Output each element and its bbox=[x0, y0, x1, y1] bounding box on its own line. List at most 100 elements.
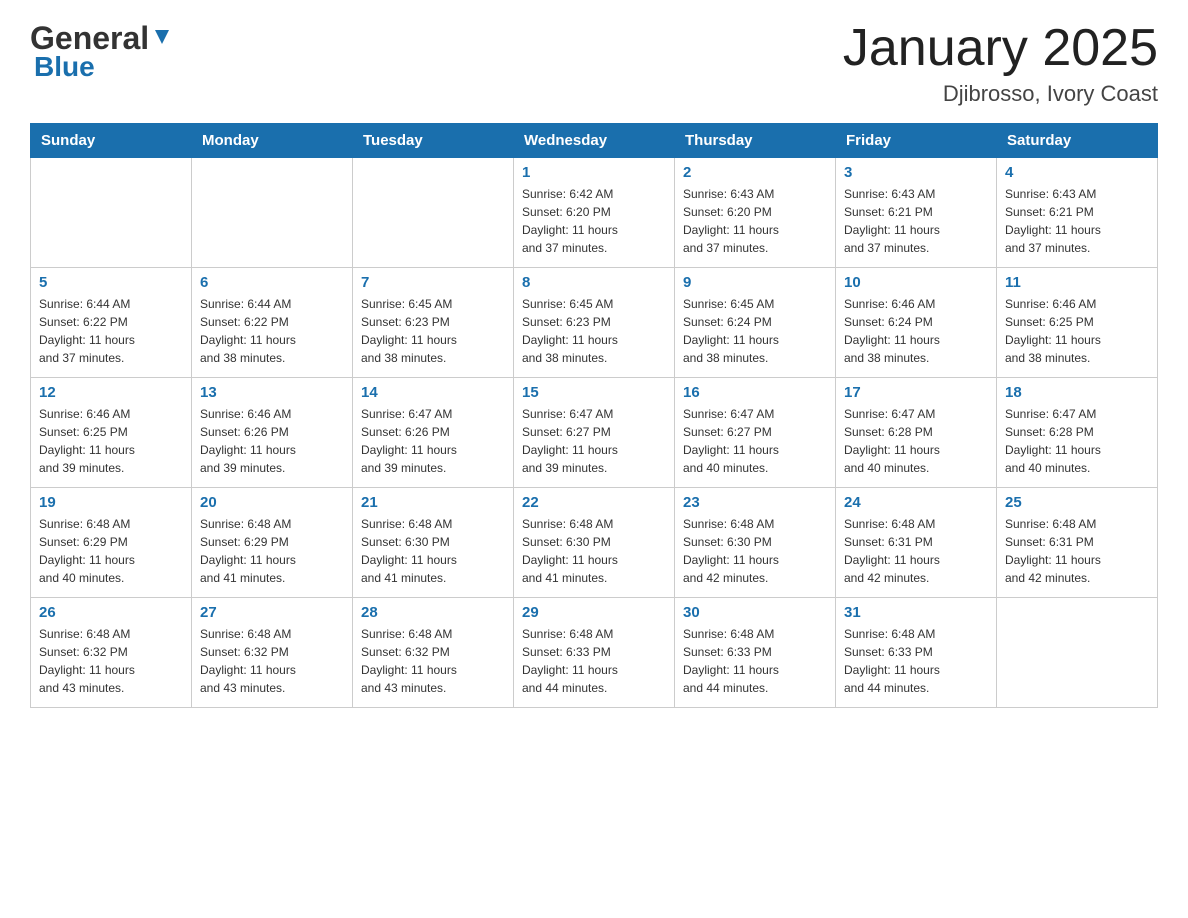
day-info: Sunrise: 6:48 AMSunset: 6:33 PMDaylight:… bbox=[522, 625, 666, 697]
calendar-cell: 6 Sunrise: 6:44 AMSunset: 6:22 PMDaylight… bbox=[192, 268, 353, 378]
day-info: Sunrise: 6:43 AMSunset: 6:21 PMDaylight:… bbox=[844, 185, 988, 257]
day-info: Sunrise: 6:47 AMSunset: 6:28 PMDaylight:… bbox=[844, 405, 988, 477]
day-number: 23 bbox=[683, 494, 827, 511]
day-number: 19 bbox=[39, 494, 183, 511]
day-number: 29 bbox=[522, 604, 666, 621]
calendar-cell: 25 Sunrise: 6:48 AMSunset: 6:31 PMDayligh… bbox=[997, 488, 1158, 598]
calendar-cell: 12 Sunrise: 6:46 AMSunset: 6:25 PMDayligh… bbox=[31, 378, 192, 488]
day-info: Sunrise: 6:48 AMSunset: 6:33 PMDaylight:… bbox=[683, 625, 827, 697]
day-info: Sunrise: 6:48 AMSunset: 6:30 PMDaylight:… bbox=[522, 515, 666, 587]
day-number: 8 bbox=[522, 274, 666, 291]
day-info: Sunrise: 6:44 AMSunset: 6:22 PMDaylight:… bbox=[39, 295, 183, 367]
day-info: Sunrise: 6:45 AMSunset: 6:23 PMDaylight:… bbox=[522, 295, 666, 367]
weekday-header-wednesday: Wednesday bbox=[514, 124, 675, 158]
day-info: Sunrise: 6:44 AMSunset: 6:22 PMDaylight:… bbox=[200, 295, 344, 367]
day-info: Sunrise: 6:47 AMSunset: 6:27 PMDaylight:… bbox=[683, 405, 827, 477]
calendar-table: SundayMondayTuesdayWednesdayThursdayFrid… bbox=[30, 123, 1158, 708]
location-title: Djibrosso, Ivory Coast bbox=[843, 81, 1158, 107]
calendar-cell: 31Sunrise: 6:48 AMSunset: 6:33 PMDayligh… bbox=[836, 598, 997, 708]
calendar-cell: 8 Sunrise: 6:45 AMSunset: 6:23 PMDaylight… bbox=[514, 268, 675, 378]
weekday-header-sunday: Sunday bbox=[31, 124, 192, 158]
calendar-cell: 13Sunrise: 6:46 AMSunset: 6:26 PMDayligh… bbox=[192, 378, 353, 488]
day-info: Sunrise: 6:43 AMSunset: 6:20 PMDaylight:… bbox=[683, 185, 827, 257]
calendar-cell: 3 Sunrise: 6:43 AMSunset: 6:21 PMDaylight… bbox=[836, 158, 997, 268]
day-info: Sunrise: 6:47 AMSunset: 6:26 PMDaylight:… bbox=[361, 405, 505, 477]
day-number: 24 bbox=[844, 494, 988, 511]
day-number: 22 bbox=[522, 494, 666, 511]
day-info: Sunrise: 6:48 AMSunset: 6:32 PMDaylight:… bbox=[200, 625, 344, 697]
day-info: Sunrise: 6:48 AMSunset: 6:29 PMDaylight:… bbox=[39, 515, 183, 587]
day-number: 20 bbox=[200, 494, 344, 511]
page-header: General Blue January 2025 Djibrosso, Ivo… bbox=[30, 20, 1158, 107]
calendar-cell: 4 Sunrise: 6:43 AMSunset: 6:21 PMDaylight… bbox=[997, 158, 1158, 268]
weekday-header-friday: Friday bbox=[836, 124, 997, 158]
day-number: 3 bbox=[844, 164, 988, 181]
calendar-cell bbox=[31, 158, 192, 268]
weekday-header-monday: Monday bbox=[192, 124, 353, 158]
day-info: Sunrise: 6:46 AMSunset: 6:25 PMDaylight:… bbox=[39, 405, 183, 477]
day-info: Sunrise: 6:46 AMSunset: 6:24 PMDaylight:… bbox=[844, 295, 988, 367]
day-info: Sunrise: 6:42 AMSunset: 6:20 PMDaylight:… bbox=[522, 185, 666, 257]
day-number: 25 bbox=[1005, 494, 1149, 511]
weekday-header-thursday: Thursday bbox=[675, 124, 836, 158]
day-number: 17 bbox=[844, 384, 988, 401]
calendar-cell: 27Sunrise: 6:48 AMSunset: 6:32 PMDayligh… bbox=[192, 598, 353, 708]
month-title: January 2025 bbox=[843, 20, 1158, 77]
calendar-week-row: 19 Sunrise: 6:48 AMSunset: 6:29 PMDayligh… bbox=[31, 488, 1158, 598]
calendar-cell: 10 Sunrise: 6:46 AMSunset: 6:24 PMDayligh… bbox=[836, 268, 997, 378]
day-info: Sunrise: 6:47 AMSunset: 6:27 PMDaylight:… bbox=[522, 405, 666, 477]
calendar-cell: 21 Sunrise: 6:48 AMSunset: 6:30 PMDayligh… bbox=[353, 488, 514, 598]
day-info: Sunrise: 6:48 AMSunset: 6:31 PMDaylight:… bbox=[844, 515, 988, 587]
day-info: Sunrise: 6:48 AMSunset: 6:31 PMDaylight:… bbox=[1005, 515, 1149, 587]
day-number: 18 bbox=[1005, 384, 1149, 401]
day-number: 6 bbox=[200, 274, 344, 291]
day-info: Sunrise: 6:46 AMSunset: 6:25 PMDaylight:… bbox=[1005, 295, 1149, 367]
day-number: 16 bbox=[683, 384, 827, 401]
day-number: 11 bbox=[1005, 274, 1149, 291]
calendar-cell: 26Sunrise: 6:48 AMSunset: 6:32 PMDayligh… bbox=[31, 598, 192, 708]
calendar-cell: 28Sunrise: 6:48 AMSunset: 6:32 PMDayligh… bbox=[353, 598, 514, 708]
calendar-cell: 20 Sunrise: 6:48 AMSunset: 6:29 PMDayligh… bbox=[192, 488, 353, 598]
weekday-header-saturday: Saturday bbox=[997, 124, 1158, 158]
day-info: Sunrise: 6:48 AMSunset: 6:32 PMDaylight:… bbox=[39, 625, 183, 697]
title-section: January 2025 Djibrosso, Ivory Coast bbox=[843, 20, 1158, 107]
weekday-header-tuesday: Tuesday bbox=[353, 124, 514, 158]
day-info: Sunrise: 6:43 AMSunset: 6:21 PMDaylight:… bbox=[1005, 185, 1149, 257]
day-number: 14 bbox=[361, 384, 505, 401]
day-number: 5 bbox=[39, 274, 183, 291]
calendar-cell: 5 Sunrise: 6:44 AMSunset: 6:22 PMDaylight… bbox=[31, 268, 192, 378]
day-number: 9 bbox=[683, 274, 827, 291]
day-info: Sunrise: 6:48 AMSunset: 6:29 PMDaylight:… bbox=[200, 515, 344, 587]
day-number: 30 bbox=[683, 604, 827, 621]
calendar-cell: 17 Sunrise: 6:47 AMSunset: 6:28 PMDayligh… bbox=[836, 378, 997, 488]
day-info: Sunrise: 6:48 AMSunset: 6:30 PMDaylight:… bbox=[361, 515, 505, 587]
day-number: 31 bbox=[844, 604, 988, 621]
day-number: 1 bbox=[522, 164, 666, 181]
calendar-cell: 11 Sunrise: 6:46 AMSunset: 6:25 PMDayligh… bbox=[997, 268, 1158, 378]
day-number: 13 bbox=[200, 384, 344, 401]
calendar-cell bbox=[192, 158, 353, 268]
calendar-cell bbox=[353, 158, 514, 268]
day-info: Sunrise: 6:48 AMSunset: 6:30 PMDaylight:… bbox=[683, 515, 827, 587]
calendar-cell: 23 Sunrise: 6:48 AMSunset: 6:30 PMDayligh… bbox=[675, 488, 836, 598]
day-info: Sunrise: 6:47 AMSunset: 6:28 PMDaylight:… bbox=[1005, 405, 1149, 477]
calendar-cell: 22 Sunrise: 6:48 AMSunset: 6:30 PMDayligh… bbox=[514, 488, 675, 598]
calendar-cell: 24 Sunrise: 6:48 AMSunset: 6:31 PMDayligh… bbox=[836, 488, 997, 598]
calendar-week-row: 12 Sunrise: 6:46 AMSunset: 6:25 PMDayligh… bbox=[31, 378, 1158, 488]
calendar-cell: 2 Sunrise: 6:43 AMSunset: 6:20 PMDaylight… bbox=[675, 158, 836, 268]
day-number: 28 bbox=[361, 604, 505, 621]
calendar-cell: 9Sunrise: 6:45 AMSunset: 6:24 PMDaylight… bbox=[675, 268, 836, 378]
calendar-cell bbox=[997, 598, 1158, 708]
calendar-week-row: 26Sunrise: 6:48 AMSunset: 6:32 PMDayligh… bbox=[31, 598, 1158, 708]
calendar-cell: 16 Sunrise: 6:47 AMSunset: 6:27 PMDayligh… bbox=[675, 378, 836, 488]
day-number: 10 bbox=[844, 274, 988, 291]
day-number: 12 bbox=[39, 384, 183, 401]
logo-blue: Blue bbox=[34, 51, 95, 83]
calendar-cell: 18 Sunrise: 6:47 AMSunset: 6:28 PMDayligh… bbox=[997, 378, 1158, 488]
calendar-week-row: 1 Sunrise: 6:42 AMSunset: 6:20 PMDaylight… bbox=[31, 158, 1158, 268]
day-number: 4 bbox=[1005, 164, 1149, 181]
day-number: 21 bbox=[361, 494, 505, 511]
day-number: 15 bbox=[522, 384, 666, 401]
day-number: 2 bbox=[683, 164, 827, 181]
calendar-cell: 29 Sunrise: 6:48 AMSunset: 6:33 PMDayligh… bbox=[514, 598, 675, 708]
